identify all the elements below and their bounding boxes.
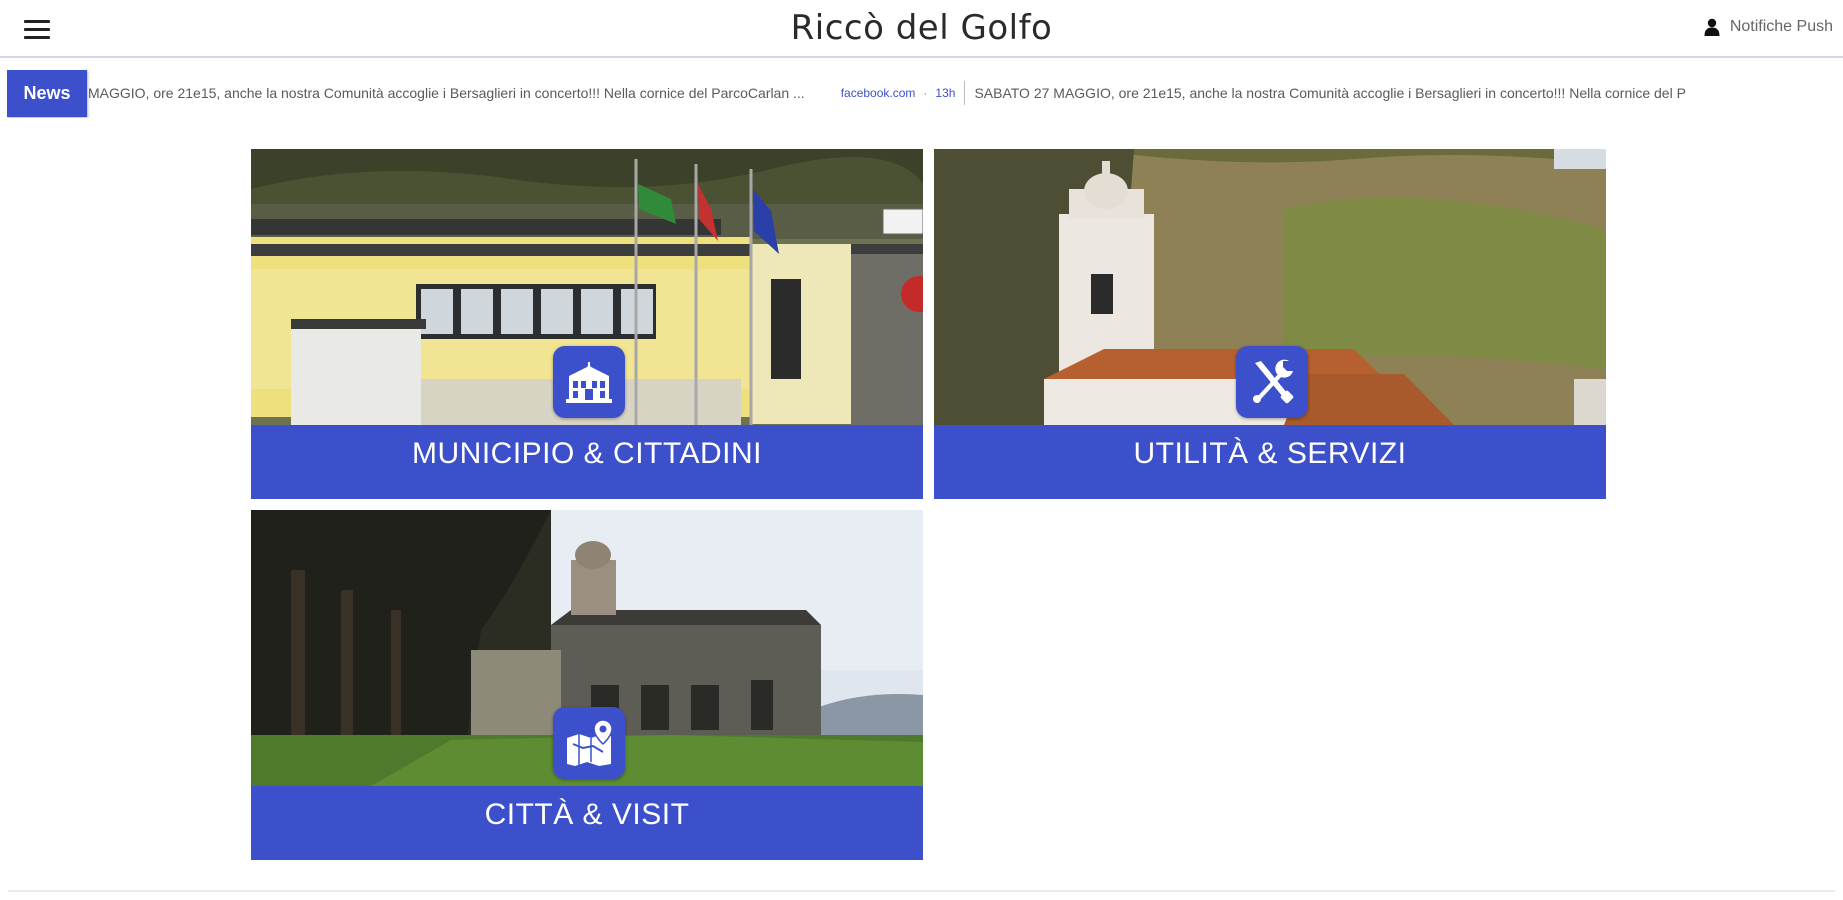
ticker-item-text[interactable]: MAGGIO, ore 21e15, anche la nostra Comun… [88,85,805,101]
tile-municipio[interactable]: MUNICIPIO & CITTADINI [251,149,923,499]
push-notifications-label: Notifiche Push [1729,18,1833,35]
app-header: Riccò del Golfo Notifiche Push [0,0,1843,58]
ticker-item-source[interactable]: facebook.com [841,86,916,100]
news-ticker: News MAGGIO, ore 21e15, anche la nostra … [0,68,1843,118]
town-hall-icon [553,346,625,418]
tile-label: UTILITÀ & SERVIZI [934,425,1606,499]
news-badge: News [7,70,87,117]
footer-divider [8,890,1835,892]
tile-citta[interactable]: CITTÀ & VISIT [251,510,923,860]
tile-label: MUNICIPIO & CITTADINI [251,425,923,499]
tile-label: CITTÀ & VISIT [251,786,923,860]
app-title: Riccò del Golfo [790,8,1053,48]
person-icon [1704,18,1720,36]
ticker-item-dot: · [923,86,928,100]
ticker-item-age: 13h [935,86,956,100]
ticker-track: MAGGIO, ore 21e15, anche la nostra Comun… [88,68,1686,118]
push-notifications-link[interactable]: Notifiche Push [1704,18,1833,36]
map-pin-icon [553,707,625,779]
tools-icon [1236,346,1308,418]
ticker-separator [964,81,966,105]
ticker-item-text[interactable]: SABATO 27 MAGGIO, ore 21e15, anche la no… [974,85,1686,101]
tile-utilita[interactable]: UTILITÀ & SERVIZI [934,149,1606,499]
